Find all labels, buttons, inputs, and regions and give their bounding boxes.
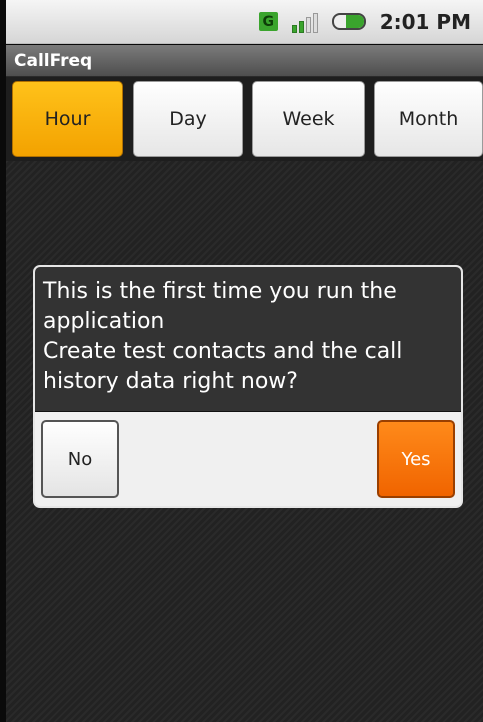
battery-icon [331,13,366,30]
dialog-message-line: Create test contacts and the call [43,339,403,364]
period-tabs: Hour Day Week Month [6,77,483,161]
app-title-bar: CallFreq [6,45,483,77]
tab-week[interactable]: Week [252,81,365,157]
status-time: 2:01 PM [379,9,471,34]
no-button[interactable]: No [41,420,119,498]
signal-icon [291,11,318,33]
tab-day[interactable]: Day [133,81,243,157]
app-title: CallFreq [14,50,93,71]
network-g-icon: G [258,12,278,31]
status-bar: G 2:01 PM [6,0,483,44]
tab-month[interactable]: Month [374,81,483,157]
yes-button[interactable]: Yes [377,420,455,498]
dialog-message-line: application [43,309,165,334]
tab-hour[interactable]: Hour [12,81,123,157]
dialog-message-line: This is the first time you run the [43,279,397,304]
phone-screen: G 2:01 PM CallFreq Hour Day Week Month T… [0,0,483,722]
first-run-dialog: This is the first time you run the appli… [33,265,463,508]
dialog-message: This is the first time you run the appli… [35,267,461,412]
dialog-message-line: history data right now? [43,369,298,394]
dialog-button-bar: No Yes [35,412,461,506]
